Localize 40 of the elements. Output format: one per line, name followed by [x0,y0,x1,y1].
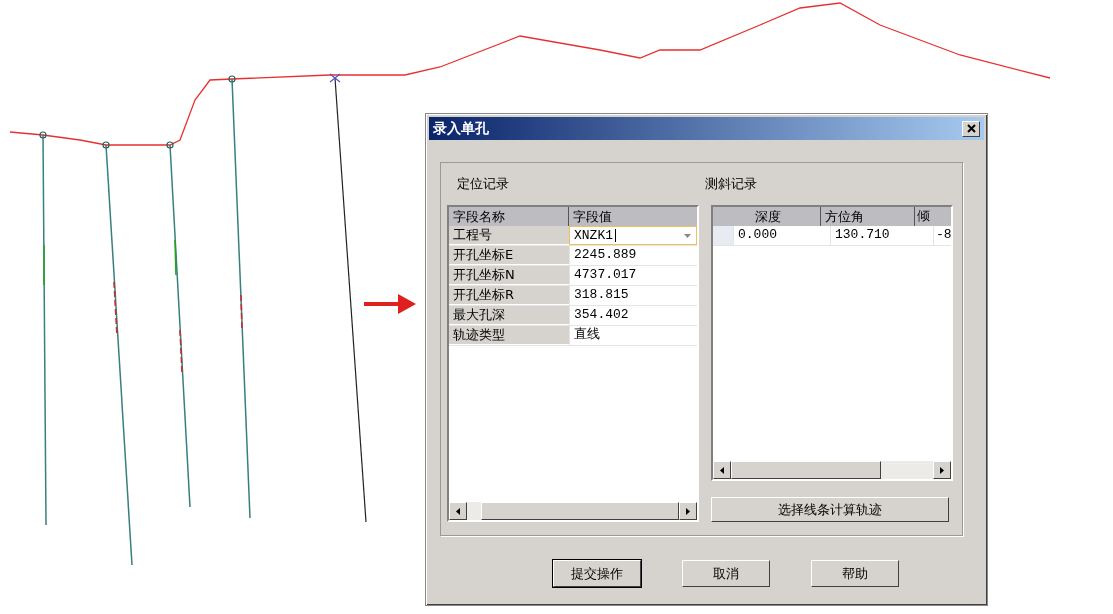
window-title: 录入单孔 [433,119,489,138]
arrow-icon [364,294,416,314]
field-name-cell: 开孔坐标R [449,286,569,305]
column-header: 倾 [916,207,931,225]
field-value-cell: 354.402 [569,306,697,325]
table-cell: 130.710 [830,226,933,245]
value-combo-field[interactable]: XNZK1 [569,226,697,245]
compute-trajectory-button[interactable]: 选择线条计算轨迹 [711,497,949,522]
horizontal-scrollbar[interactable] [713,461,951,479]
table-cell: -8 [933,226,951,245]
field-name-cell: 工程号 [449,226,569,245]
borehole-segment [179,329,183,373]
horizontal-scrollbar[interactable] [449,502,697,520]
left-arrow-icon [456,507,460,515]
close-icon [966,124,976,133]
field-name-cell: 开孔坐标E [449,246,569,265]
dialog-button[interactable]: 帮助 [811,560,899,587]
dialog-button[interactable]: 取消 [682,560,770,587]
section-label: 测斜记录 [705,175,758,193]
column-header: 字段值 [572,208,613,226]
section-label: 定位记录 [456,175,510,193]
field-name-cell: 轨迹类型 [449,326,569,345]
field-value-cell: 直线 [569,326,697,345]
right-arrow-icon [686,507,690,515]
row-header-cell [713,226,733,245]
borehole-segment [174,239,177,276]
column-header: 深度 [733,207,821,226]
left-arrow-icon [720,466,724,474]
field-value-cell: 318.815 [569,286,697,305]
column-header: 方位角 [821,207,915,226]
close-button[interactable] [962,120,980,137]
field-value-cell: 2245.889 [569,246,697,265]
dropdown-arrow-icon [684,233,691,238]
right-arrow-icon [940,466,944,474]
field-name-cell: 开孔坐标N [449,266,569,285]
field-value-cell: 4737.017 [569,266,697,285]
table-cell: 0.000 [733,226,830,245]
dialog-button[interactable]: 提交操作 [553,560,641,587]
field-name-cell: 最大孔深 [449,306,569,325]
borehole-segment [240,294,243,331]
